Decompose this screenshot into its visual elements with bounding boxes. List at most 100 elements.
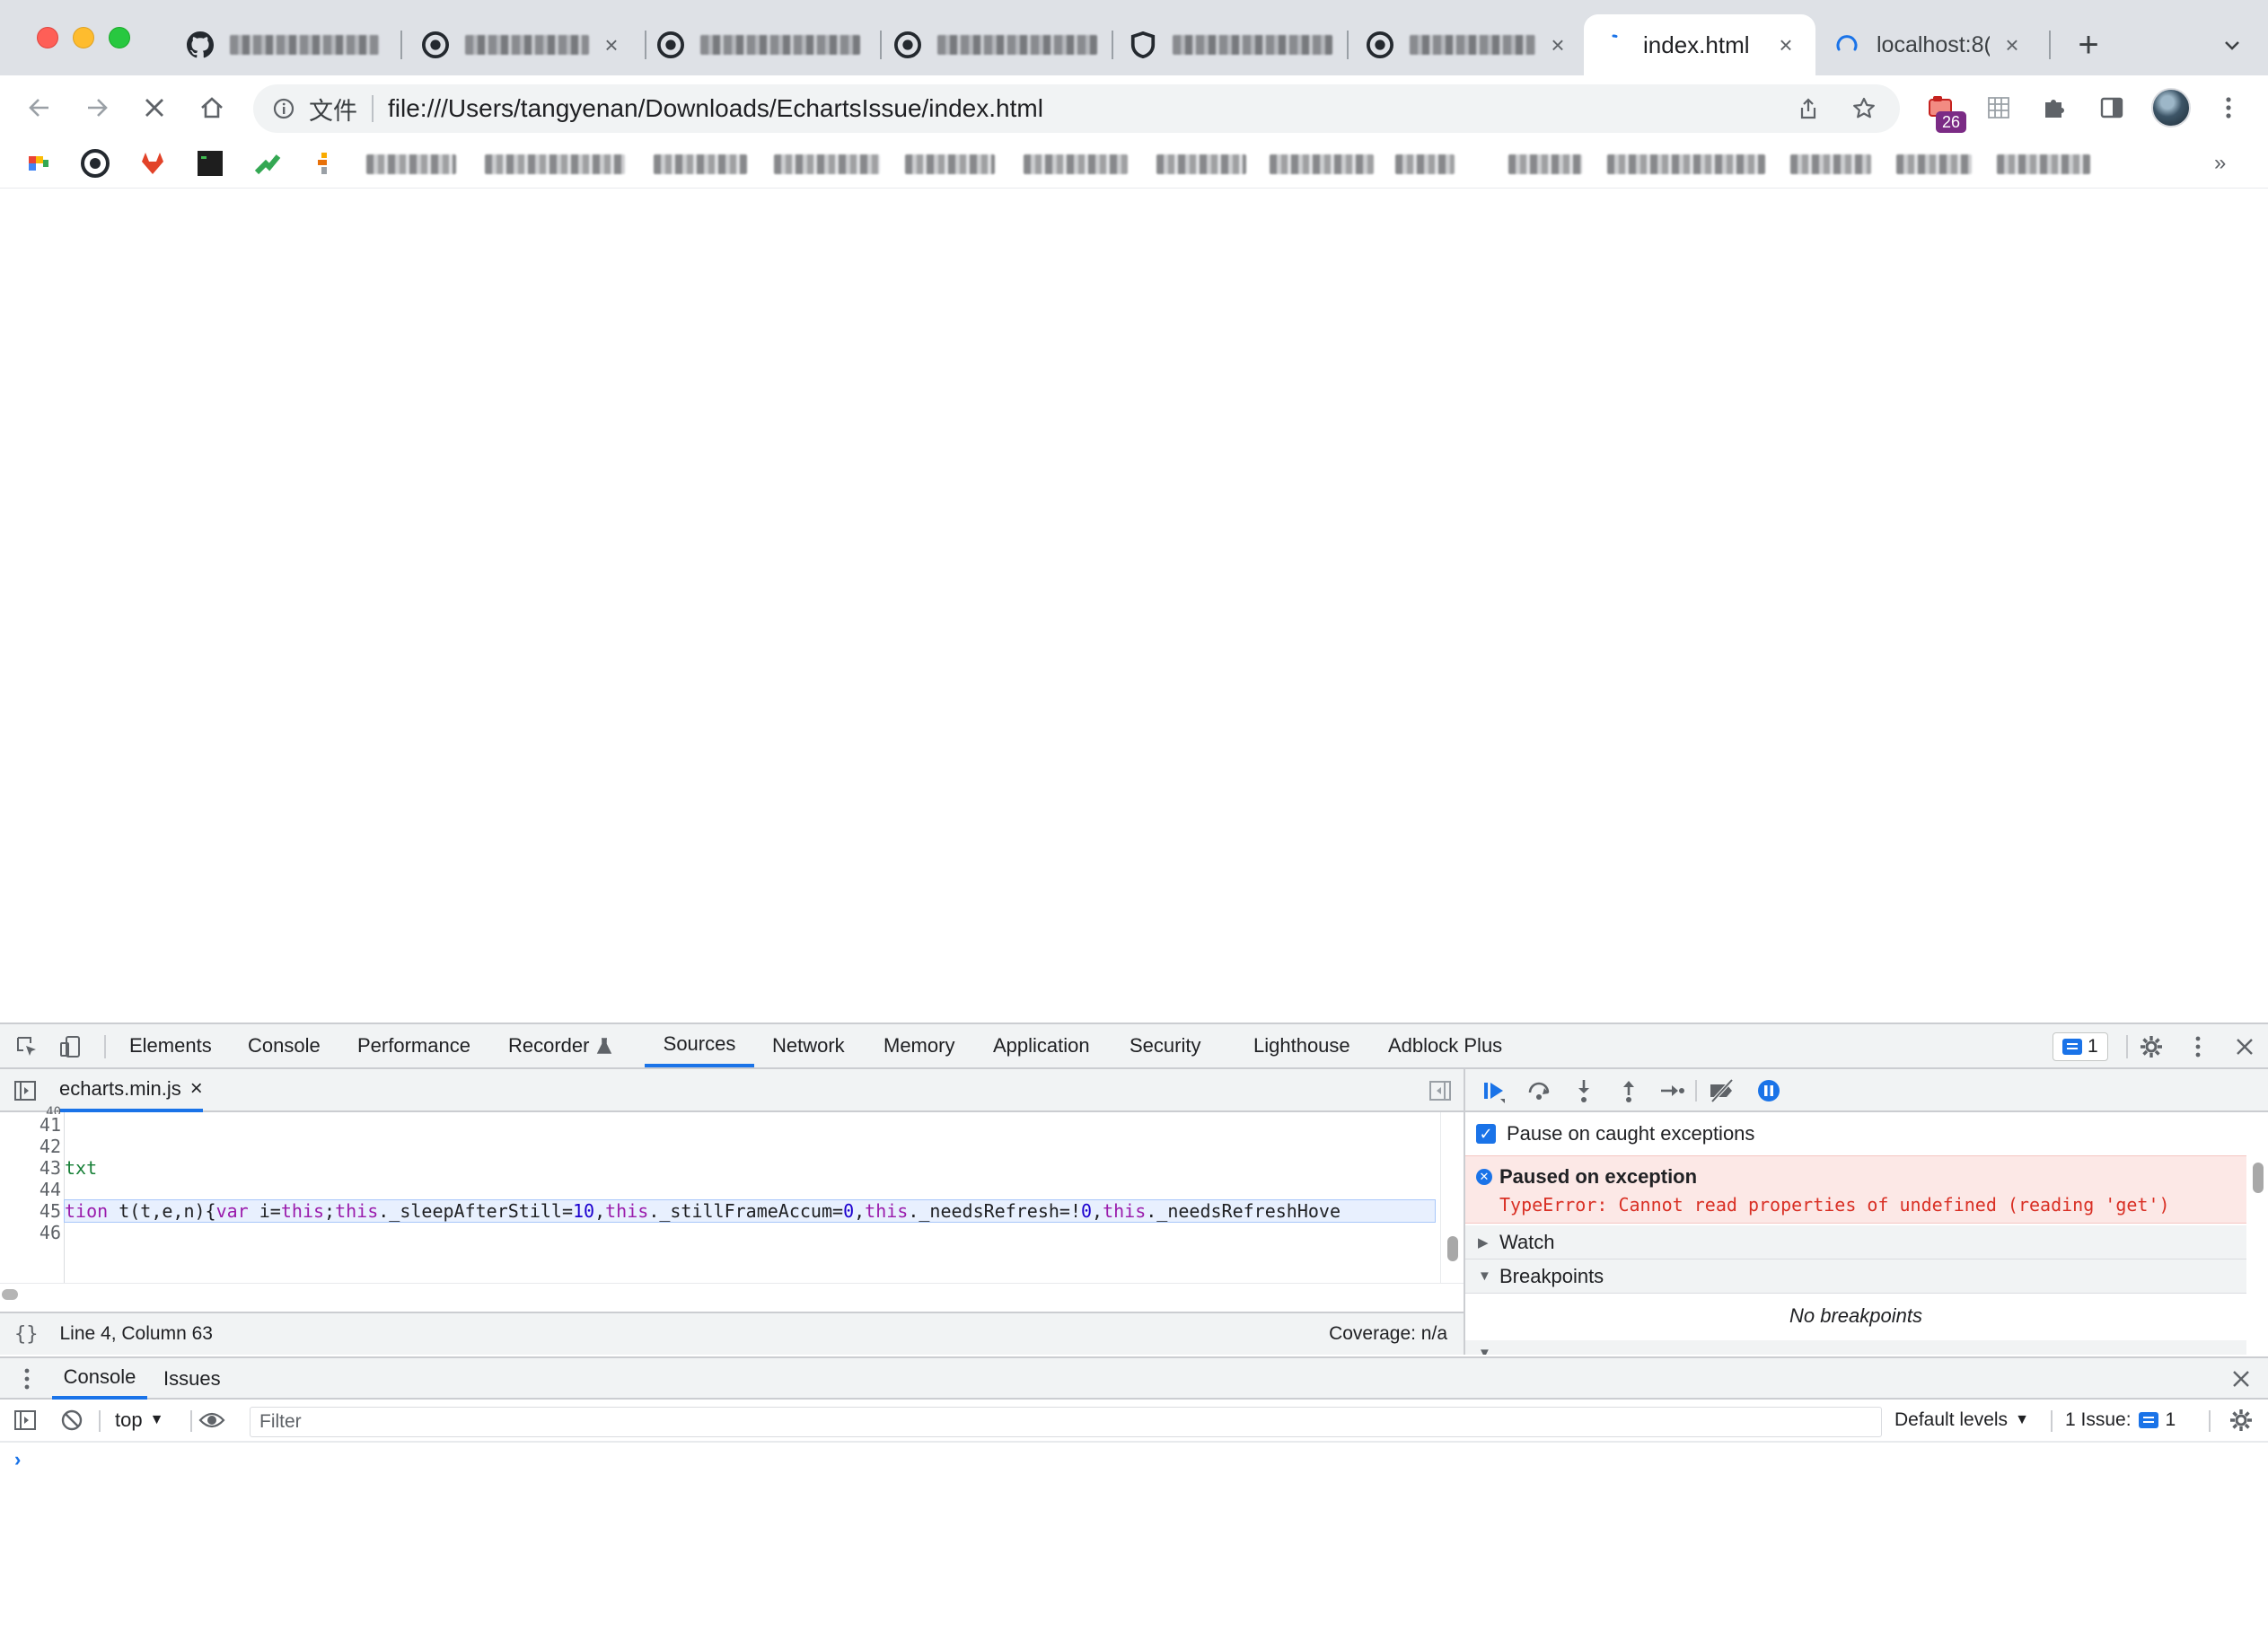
window-maximize-button[interactable] xyxy=(109,27,130,48)
scrollbar-thumb[interactable] xyxy=(2,1289,18,1300)
line-number[interactable]: 41 xyxy=(32,1114,61,1136)
profile-avatar[interactable] xyxy=(2151,88,2191,127)
devtools-tab-sources[interactable]: Sources xyxy=(645,1024,754,1067)
puzzle-extensions-icon[interactable] xyxy=(2035,88,2074,127)
bookmark-item[interactable] xyxy=(654,154,747,174)
devtools-tab-elements[interactable]: Elements xyxy=(129,1024,212,1067)
console-filter-input[interactable]: Filter xyxy=(250,1407,1882,1437)
line-number[interactable]: 44 xyxy=(32,1179,61,1200)
close-icon[interactable]: × xyxy=(1999,31,2026,58)
scrollbar-thumb[interactable] xyxy=(2253,1163,2264,1193)
open-file-tab[interactable]: echarts.min.js × xyxy=(59,1069,203,1112)
drawer-tab-issues[interactable]: Issues xyxy=(163,1358,221,1400)
inspect-element-icon[interactable] xyxy=(9,1029,45,1065)
orange-bookmark-icon[interactable] xyxy=(311,149,339,178)
more-bookmarks-icon[interactable]: » xyxy=(2214,151,2226,176)
bookmark-item[interactable] xyxy=(485,154,625,174)
step-into-icon[interactable] xyxy=(1568,1075,1600,1107)
editor-vertical-scrollbar[interactable] xyxy=(1440,1112,1464,1283)
browser-tab[interactable] xyxy=(1113,14,1349,75)
browser-tab[interactable]: × xyxy=(1350,14,1587,75)
scope-section-header[interactable]: ▼ xyxy=(1465,1340,2246,1355)
devtools-tab-performance[interactable]: Performance xyxy=(357,1024,470,1067)
scrollbar-thumb[interactable] xyxy=(1447,1236,1458,1261)
code-editor[interactable]: 40 41 42 43 44 45 46 txt tion t(t,e,n){v… xyxy=(0,1105,1464,1283)
url-text[interactable]: file:///Users/tangyenan/Downloads/Echart… xyxy=(388,94,1789,123)
bookmark-item[interactable] xyxy=(1270,154,1374,174)
step-icon[interactable] xyxy=(1656,1075,1688,1107)
green-bookmark-icon[interactable] xyxy=(253,149,282,178)
console-settings-gear-icon[interactable] xyxy=(2223,1402,2259,1438)
window-close-button[interactable] xyxy=(37,27,58,48)
bookmark-item[interactable] xyxy=(1395,154,1455,174)
forward-button[interactable] xyxy=(77,88,117,127)
terminal-bookmark-icon[interactable] xyxy=(196,149,224,178)
bookmark-star-icon[interactable] xyxy=(1844,89,1884,128)
bookmark-item[interactable] xyxy=(1156,154,1246,174)
devtools-tab-security[interactable]: Security xyxy=(1130,1024,1200,1067)
checkbox-checked-icon[interactable]: ✓ xyxy=(1476,1124,1496,1144)
new-tab-button[interactable]: + xyxy=(2069,25,2108,65)
tab-search-chevron-icon[interactable] xyxy=(2214,27,2250,63)
browser-tab[interactable]: × xyxy=(406,14,641,75)
gitlab-bookmark-icon[interactable] xyxy=(138,149,167,178)
bookmark-item[interactable] xyxy=(1607,154,1765,174)
browser-tab[interactable]: localhost:8( × xyxy=(1817,14,2042,75)
address-bar[interactable]: 文件 file:///Users/tangyenan/Downloads/Ech… xyxy=(253,84,1900,133)
devtools-more-icon[interactable] xyxy=(2180,1029,2216,1065)
devtools-tab-lighthouse[interactable]: Lighthouse xyxy=(1253,1024,1350,1067)
resume-icon[interactable] xyxy=(1478,1075,1510,1107)
bookmark-item[interactable] xyxy=(1896,154,1972,174)
breakpoints-section-header[interactable]: ▼ Breakpoints xyxy=(1465,1259,2246,1294)
console-prompt[interactable]: › xyxy=(14,1448,21,1471)
close-icon[interactable]: × xyxy=(598,31,625,58)
side-panel-icon[interactable] xyxy=(2092,88,2132,127)
bookmark-item[interactable] xyxy=(1024,154,1128,174)
bookmark-item[interactable] xyxy=(1790,154,1871,174)
bookmark-item[interactable] xyxy=(1997,154,2090,174)
browser-tab[interactable] xyxy=(641,14,876,75)
line-number[interactable]: 45 xyxy=(32,1200,61,1222)
line-number[interactable]: 42 xyxy=(32,1136,61,1157)
bookmark-item[interactable] xyxy=(774,154,880,174)
log-levels-dropdown[interactable]: Default levels ▼ xyxy=(1894,1400,2029,1441)
watch-section-header[interactable]: ▶ Watch xyxy=(1465,1225,2246,1259)
step-over-icon[interactable] xyxy=(1523,1075,1555,1107)
grid-extension-icon[interactable] xyxy=(1979,88,2018,127)
console-sidebar-icon[interactable] xyxy=(7,1402,43,1438)
console-issues-button[interactable]: 1 Issue: 1 xyxy=(2065,1400,2176,1441)
bookmark-item[interactable] xyxy=(1508,154,1582,174)
issues-counter-button[interactable]: 1 xyxy=(2053,1032,2108,1061)
browser-tab[interactable] xyxy=(878,14,1113,75)
toggle-debugger-icon[interactable] xyxy=(1422,1073,1458,1109)
drawer-menu-icon[interactable] xyxy=(9,1361,45,1397)
stop-loading-button[interactable] xyxy=(135,88,174,127)
browser-tab-active[interactable]: index.html × xyxy=(1584,14,1815,75)
toggle-navigator-icon[interactable] xyxy=(7,1073,43,1109)
pause-on-exceptions-icon[interactable] xyxy=(1753,1075,1785,1107)
page-viewport[interactable] xyxy=(0,189,2268,1022)
deactivate-breakpoints-icon[interactable] xyxy=(1706,1075,1738,1107)
browser-tab[interactable] xyxy=(171,14,395,75)
line-number[interactable]: 46 xyxy=(32,1222,61,1243)
browser-menu-icon[interactable] xyxy=(2209,88,2248,127)
share-icon[interactable] xyxy=(1789,89,1828,128)
bookmark-item[interactable] xyxy=(905,154,995,174)
devtools-tab-console[interactable]: Console xyxy=(248,1024,321,1067)
close-icon[interactable]: × xyxy=(1544,31,1571,58)
github-bookmark-icon[interactable] xyxy=(81,149,110,178)
window-minimize-button[interactable] xyxy=(73,27,94,48)
devtools-tab-adblock-plus[interactable]: Adblock Plus xyxy=(1388,1024,1502,1067)
devtools-tab-memory[interactable]: Memory xyxy=(883,1024,954,1067)
pretty-print-icon[interactable]: {} xyxy=(14,1323,39,1346)
debugger-scrollbar[interactable] xyxy=(2246,1155,2268,1355)
context-selector[interactable]: top ▼ xyxy=(115,1400,163,1441)
close-icon[interactable]: × xyxy=(1772,31,1799,58)
settings-gear-icon[interactable] xyxy=(2133,1029,2169,1065)
devtools-tab-network[interactable]: Network xyxy=(772,1024,845,1067)
home-button[interactable] xyxy=(192,88,232,127)
clear-console-icon[interactable] xyxy=(54,1402,90,1438)
step-out-icon[interactable] xyxy=(1613,1075,1645,1107)
close-drawer-icon[interactable] xyxy=(2223,1361,2259,1397)
devtools-tab-application[interactable]: Application xyxy=(993,1024,1090,1067)
